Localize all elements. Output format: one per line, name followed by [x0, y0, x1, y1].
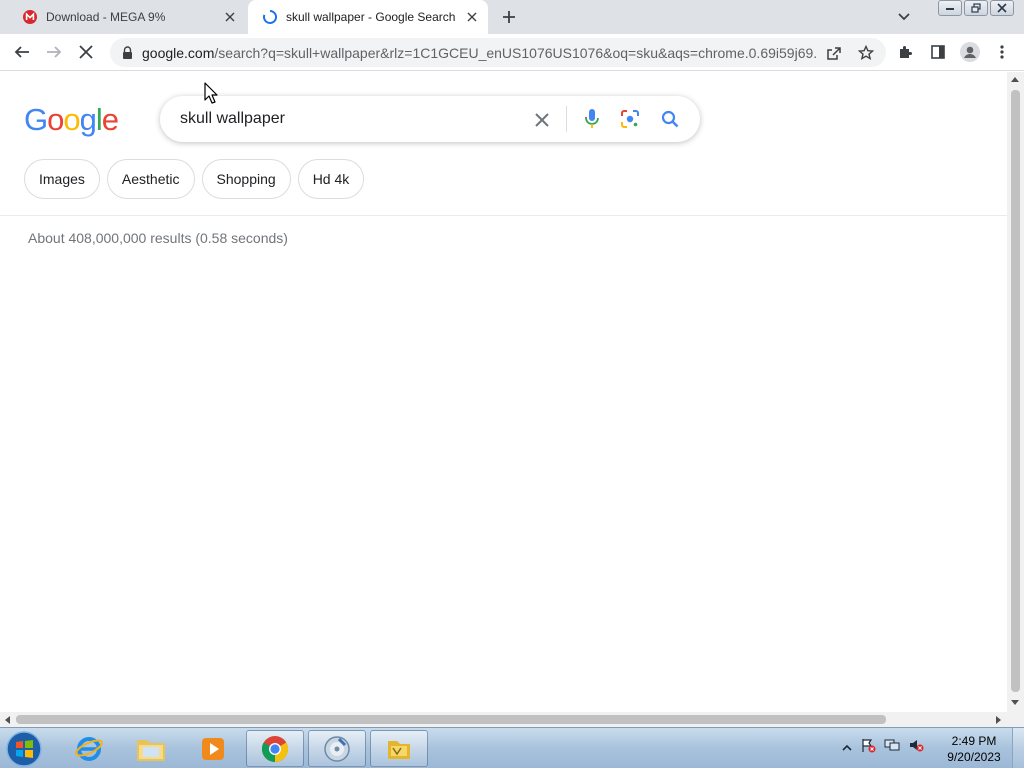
- media-player-icon[interactable]: [184, 730, 242, 767]
- restore-button[interactable]: [964, 0, 988, 16]
- tab-google-search[interactable]: skull wallpaper - Google Search: [248, 0, 488, 34]
- search-input[interactable]: [180, 108, 510, 130]
- windows-taskbar: 2:49 PM 9/20/2023: [0, 727, 1024, 768]
- side-panel-icon[interactable]: [924, 38, 952, 66]
- chrome-taskbar-icon[interactable]: [246, 730, 304, 767]
- taskbar-clock[interactable]: 2:49 PM 9/20/2023: [940, 733, 1008, 765]
- forward-button[interactable]: [40, 38, 68, 66]
- scrollbar-corner: [1007, 712, 1024, 727]
- search-box: [160, 96, 700, 142]
- start-button[interactable]: [4, 730, 44, 768]
- app-folder-icon[interactable]: [370, 730, 428, 767]
- search-results-page: Google Images Aesthetic Shopping Hd 4k A…: [0, 72, 1007, 712]
- filter-chips: Images Aesthetic Shopping Hd 4k: [24, 159, 365, 199]
- google-logo[interactable]: Google: [24, 102, 119, 138]
- chip-shopping[interactable]: Shopping: [201, 159, 291, 199]
- scroll-left-arrow-icon[interactable]: [5, 716, 10, 724]
- tab-search-chevron-icon[interactable]: [894, 8, 914, 26]
- show-desktop-button[interactable]: [1012, 728, 1024, 768]
- result-stats: About 408,000,000 results (0.58 seconds): [28, 230, 288, 246]
- scroll-down-arrow-icon[interactable]: [1011, 700, 1019, 705]
- clock-time: 2:49 PM: [951, 734, 997, 748]
- horizontal-scrollbar[interactable]: [0, 712, 1007, 727]
- window-controls: [936, 0, 1014, 16]
- internet-explorer-icon[interactable]: [60, 730, 118, 767]
- scroll-right-arrow-icon[interactable]: [996, 716, 1001, 724]
- chip-hd-4k[interactable]: Hd 4k: [297, 159, 365, 199]
- scroll-up-arrow-icon[interactable]: [1011, 77, 1019, 82]
- address-bar[interactable]: google.com/search?q=skull+wallpaper&rlz=…: [110, 38, 886, 67]
- tab-mega-download[interactable]: Download - MEGA 9%: [8, 0, 246, 34]
- loading-spinner-icon: [262, 9, 278, 25]
- back-button[interactable]: [8, 38, 36, 66]
- tab-title: skull wallpaper - Google Search: [286, 10, 456, 24]
- volume-muted-icon[interactable]: [908, 737, 924, 758]
- browser-toolbar: google.com/search?q=skull+wallpaper&rlz=…: [0, 34, 1024, 71]
- vertical-scroll-thumb[interactable]: [1011, 90, 1020, 692]
- close-window-button[interactable]: [990, 0, 1014, 16]
- media-center-disc-icon[interactable]: [308, 730, 366, 767]
- url-text[interactable]: google.com/search?q=skull+wallpaper&rlz=…: [142, 45, 818, 61]
- mega-icon: [22, 9, 38, 25]
- share-icon[interactable]: [824, 43, 844, 63]
- chip-aesthetic[interactable]: Aesthetic: [106, 159, 195, 199]
- search-box-divider: [566, 106, 567, 132]
- action-center-flag-icon[interactable]: [860, 737, 876, 758]
- mouse-pointer-icon: [204, 82, 218, 104]
- header-divider: [0, 215, 1007, 216]
- horizontal-scroll-thumb[interactable]: [16, 715, 886, 724]
- clock-date: 9/20/2023: [947, 750, 1001, 764]
- network-icon[interactable]: [884, 737, 900, 758]
- bookmark-star-icon[interactable]: [856, 43, 876, 63]
- windows-explorer-folder-icon[interactable]: [122, 730, 180, 767]
- show-hidden-icons-chevron-icon[interactable]: [842, 739, 852, 757]
- voice-search-mic-icon[interactable]: [580, 107, 604, 131]
- vertical-scrollbar[interactable]: [1007, 72, 1024, 712]
- url-path: /search?q=skull+wallpaper&rlz=1C1GCEU_en…: [214, 45, 818, 61]
- chrome-menu-icon[interactable]: [988, 38, 1016, 66]
- tab-title: Download - MEGA 9%: [46, 10, 166, 24]
- system-tray: [842, 737, 924, 758]
- new-tab-button[interactable]: [498, 6, 520, 28]
- chip-images[interactable]: Images: [24, 159, 100, 199]
- lock-icon[interactable]: [120, 45, 134, 59]
- close-tab-icon[interactable]: [220, 7, 240, 27]
- minimize-button[interactable]: [938, 0, 962, 16]
- tab-strip: Download - MEGA 9% skull wallpaper - Goo…: [0, 0, 1024, 34]
- google-lens-camera-icon[interactable]: [618, 107, 642, 131]
- close-tab-icon[interactable]: [462, 7, 482, 27]
- profile-avatar-icon[interactable]: [956, 38, 984, 66]
- clear-search-icon[interactable]: [530, 108, 554, 132]
- url-host: google.com: [142, 45, 215, 61]
- search-magnifier-icon[interactable]: [658, 107, 682, 131]
- stop-loading-icon[interactable]: [72, 38, 100, 66]
- extensions-puzzle-icon[interactable]: [892, 38, 920, 66]
